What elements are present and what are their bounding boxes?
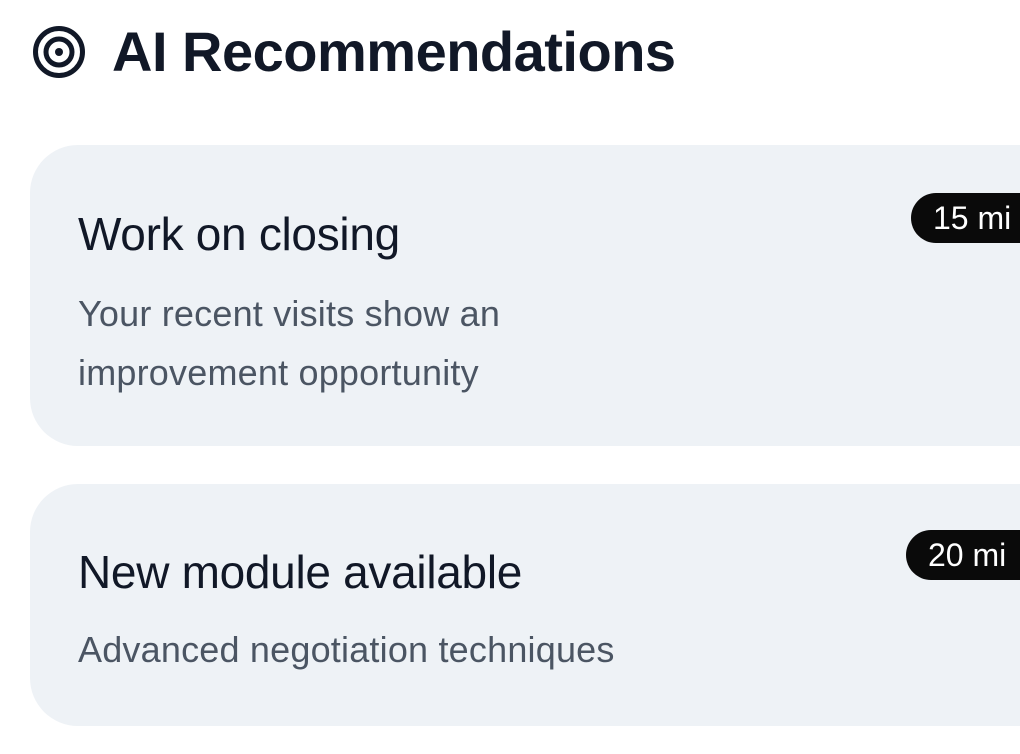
recommendation-title: Work on closing — [78, 208, 400, 260]
duration-badge: 15 mi — [911, 193, 1020, 243]
recommendation-card[interactable]: Work on closing Your recent visits show … — [30, 145, 1020, 446]
ai-recommendations-panel: AI Recommendations Work on closing Your … — [0, 0, 1020, 754]
duration-badge: 20 mi — [906, 530, 1020, 580]
recommendation-card[interactable]: New module available Advanced negotiatio… — [30, 484, 1020, 726]
recommendation-description: Advanced negotiation techniques — [78, 629, 615, 670]
recommendation-title: New module available — [78, 546, 523, 598]
recommendation-description: Your recent visits show an improvement o… — [78, 293, 501, 393]
section-header: AI Recommendations — [32, 22, 676, 82]
target-icon — [33, 26, 85, 78]
section-title: AI Recommendations — [112, 20, 676, 83]
